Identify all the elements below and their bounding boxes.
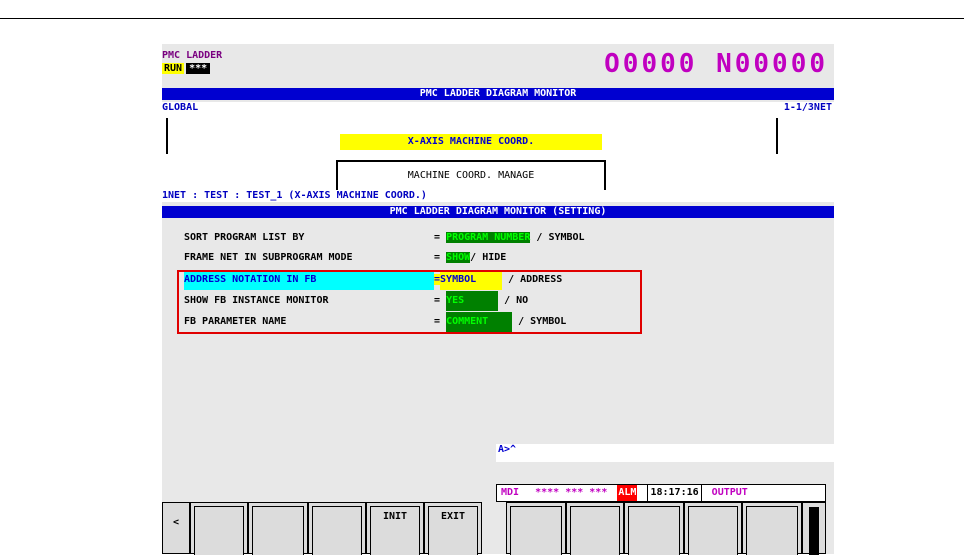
prev-softkey-button[interactable]: < [162, 502, 190, 554]
monitor-title-bar: PMC LADDER DIAGRAM MONITOR [162, 88, 834, 100]
softkey-face [628, 506, 680, 555]
cnc-screen: PMC LADDER RUN *** O0000 N00000 PMC LADDE… [162, 44, 834, 555]
softkey-face [252, 506, 304, 555]
softkey-3[interactable] [308, 502, 366, 555]
function-block-name: MACHINE COORD. MANAGE [407, 170, 535, 181]
program-number: O0000 N00000 [604, 49, 828, 79]
setting-other-option[interactable]: SYMBOL [548, 232, 584, 243]
scope-row: GLOBAL 1-1/3NET [162, 102, 834, 114]
softkey-face [510, 506, 562, 555]
key-input-line[interactable]: A>^ [496, 444, 834, 462]
run-status-value: *** [186, 63, 211, 74]
next-softkey-button[interactable] [802, 502, 826, 555]
next-softkey-marker [809, 507, 819, 555]
clock: 18:17:16 [647, 485, 702, 501]
soft-key-bar: < INIT EXIT [162, 502, 834, 555]
alarm-badge: ALM [617, 485, 638, 501]
softkey-8[interactable] [624, 502, 684, 555]
softkey-7[interactable] [566, 502, 624, 555]
init-softkey-button[interactable]: INIT [366, 502, 424, 555]
setting-eq: = [434, 232, 441, 243]
setting-selected-option[interactable]: PROGRAM NUMBER [446, 232, 531, 243]
left-power-rail [166, 118, 168, 154]
setting-label: FRAME NET IN SUBPROGRAM MODE [184, 252, 353, 263]
softkey-face [194, 506, 244, 555]
setting-label: SORT PROGRAM LIST BY [184, 232, 305, 243]
exit-softkey-button[interactable]: EXIT [424, 502, 482, 555]
ladder-diagram[interactable]: X-AXIS MACHINE COORD. MACHINE COORD. MAN… [162, 114, 834, 190]
screen-name: PMC LADDER [162, 50, 223, 61]
output-indicator: OUTPUT [711, 487, 748, 498]
softkey-10[interactable] [742, 502, 802, 555]
scope-label: GLOBAL [162, 102, 199, 113]
init-softkey-label: INIT [382, 511, 408, 522]
prev-softkey-label: < [172, 517, 180, 528]
setting-sort-program[interactable]: SORT PROGRAM LIST BY = PROGRAM NUMBER / S… [184, 228, 585, 248]
softkey-1[interactable] [190, 502, 248, 555]
exit-softkey-label: EXIT [440, 511, 466, 522]
setting-other-option[interactable]: HIDE [482, 252, 506, 263]
setting-eq: = [434, 252, 441, 263]
softkey-face [570, 506, 620, 555]
setting-selected-option[interactable]: SHOW [446, 252, 471, 263]
run-status: RUN *** [162, 63, 211, 74]
coil-comment[interactable]: X-AXIS MACHINE COORD. [340, 134, 602, 150]
settings-title-bar: PMC LADDER DIAGRAM MONITOR (SETTING) [162, 206, 834, 218]
status-stars: **** *** *** [535, 487, 608, 498]
setting-sep: / [470, 252, 477, 263]
key-input-buffer: A>^ [498, 444, 517, 455]
net-position: 1-1/3NET [783, 102, 832, 113]
softkey-face [312, 506, 362, 555]
softkey-2[interactable] [248, 502, 308, 555]
right-power-rail [776, 118, 778, 154]
softkey-face [688, 506, 738, 555]
mode-indicator: MDI [501, 487, 520, 498]
setting-frame-net[interactable]: FRAME NET IN SUBPROGRAM MODE = SHOW/ HIDE [184, 248, 506, 268]
softkey-face [746, 506, 798, 555]
softkey-9[interactable] [684, 502, 742, 555]
status-bar: MDI **** *** *** ALM 18:17:16 OUTPUT [496, 484, 826, 502]
setting-sep: / [536, 232, 543, 243]
softkey-6[interactable] [506, 502, 566, 555]
page-top-rule [0, 18, 964, 19]
run-label: RUN [162, 63, 185, 74]
net-info: 1NET : TEST : TEST_1 (X-AXIS MACHINE COO… [162, 190, 834, 202]
function-block[interactable]: MACHINE COORD. MANAGE [336, 160, 606, 190]
highlight-frame [177, 270, 642, 334]
